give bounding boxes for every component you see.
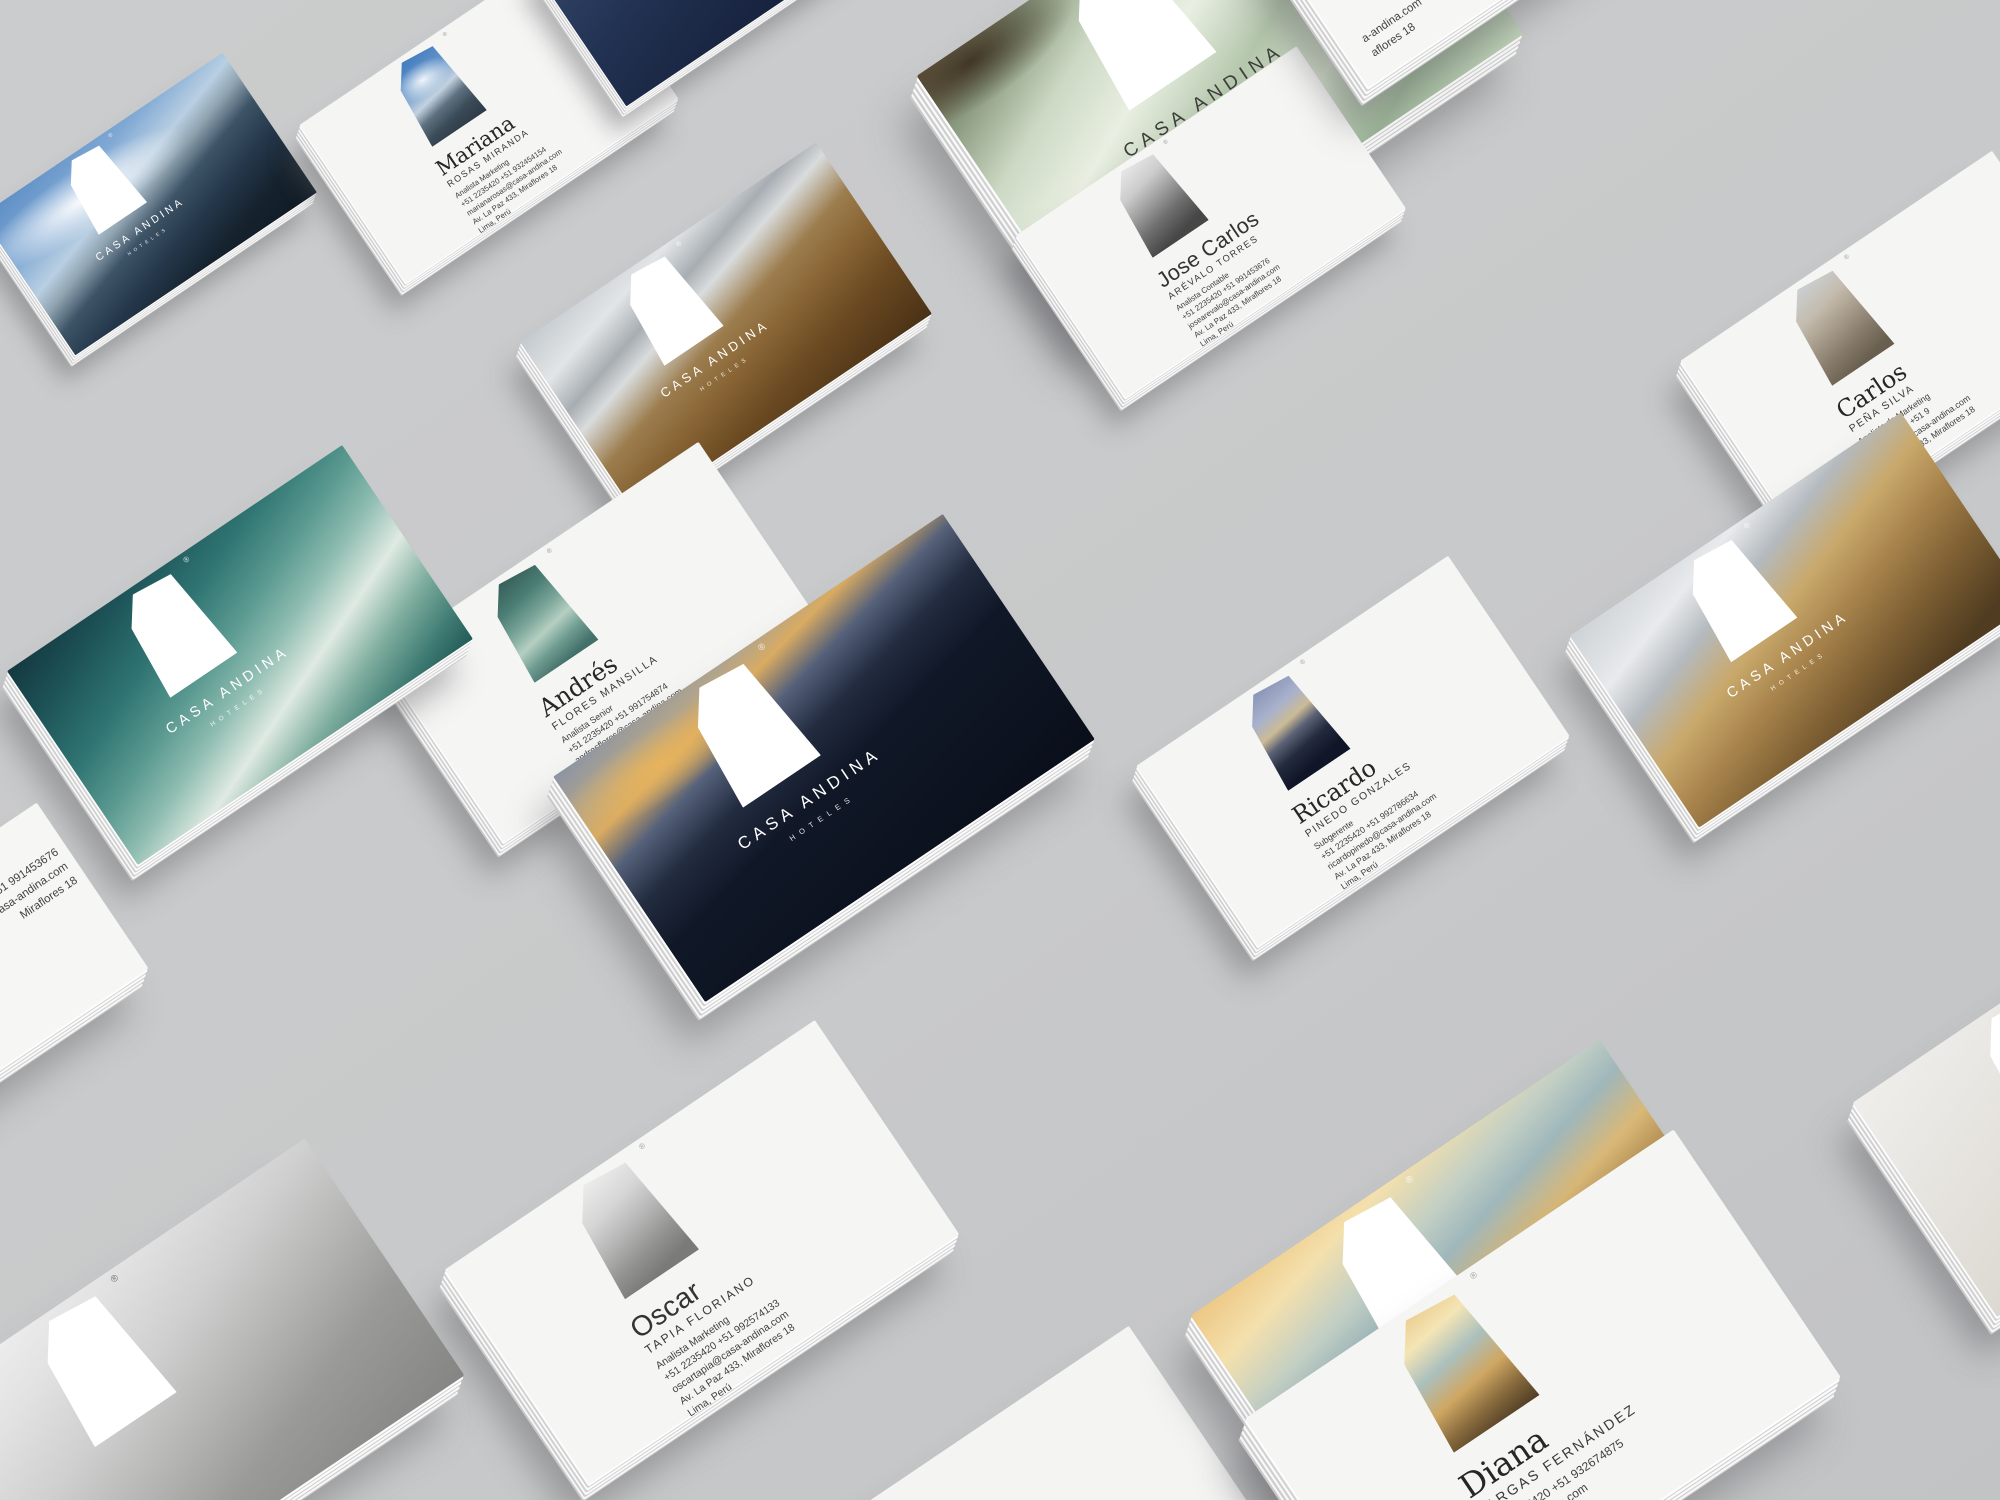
registered-mark-icon: ®	[107, 131, 114, 138]
card-front-ocean-wave: ®CASA ANDINAHOTELES	[7, 445, 473, 865]
registered-mark-icon: ®	[1162, 138, 1169, 146]
registered-mark-icon: ®	[441, 30, 448, 38]
logo-trapezoid	[612, 248, 724, 366]
card-front-pale: ®	[1853, 853, 2000, 1317]
card-front-glacier: ®	[0, 1139, 464, 1500]
logo-trapezoid	[1967, 985, 2000, 1133]
contact-block: OscarTAPIA FLORIANOAnalista Marketing+51…	[625, 1160, 929, 1420]
logo-trapezoid	[111, 564, 238, 698]
logo-trapezoid	[1672, 530, 1797, 662]
registered-mark-icon: ®	[1468, 1270, 1479, 1282]
business-card-mockup-scene: ®CASA ANDINAHOTELES®MarianaROSAS MIRANDA…	[0, 0, 2000, 1500]
logo-trapezoid-photo	[384, 38, 487, 147]
logo-trapezoid	[56, 139, 147, 235]
card-text-fragments: 51 991453676casa-andina.comMiraflores 18	[0, 845, 82, 936]
logo-trapezoid-photo	[478, 555, 599, 682]
logo-trapezoid-photo	[1777, 262, 1895, 386]
registered-mark-icon: ®	[637, 1141, 646, 1151]
registered-mark-icon: ®	[1742, 520, 1751, 530]
logo-trapezoid-photo	[1233, 667, 1351, 791]
registered-mark-icon: ®	[182, 554, 192, 564]
logo-trapezoid-photo	[559, 1152, 699, 1300]
registered-mark-icon: ®	[1299, 658, 1307, 667]
card-fragment-left: 51 991453676casa-andina.comMiraflores 18	[0, 803, 149, 1148]
registered-mark-icon: ®	[109, 1272, 121, 1285]
registered-mark-icon: ®	[756, 641, 767, 653]
card-front-mountain-sky: ®CASA ANDINAHOTELES	[0, 53, 317, 356]
card-card-blank	[739, 1326, 1281, 1500]
registered-mark-icon: ®	[1404, 1173, 1416, 1186]
registered-mark-icon: ®	[1843, 253, 1851, 262]
card-front-brown-valley: ®CASA ANDINAHOTELES	[520, 142, 932, 513]
logo-trapezoid	[22, 1284, 177, 1447]
registered-mark-icon: ®	[545, 546, 553, 555]
card-back-ricardo: ® RicardoPINEDO GONZALESSubgerente+51 223…	[1136, 556, 1569, 947]
card-back-oscar: ® OscarTAPIA FLORIANOAnalista Marketing+5…	[445, 1020, 960, 1484]
registered-mark-icon: ®	[674, 239, 682, 248]
contact-block: Jose CarlosARÉVALO TORRESAnalista Contab…	[1153, 153, 1384, 350]
contact-block: RicardoPINEDO GONZALESSubgerente+51 2235…	[1288, 674, 1544, 893]
